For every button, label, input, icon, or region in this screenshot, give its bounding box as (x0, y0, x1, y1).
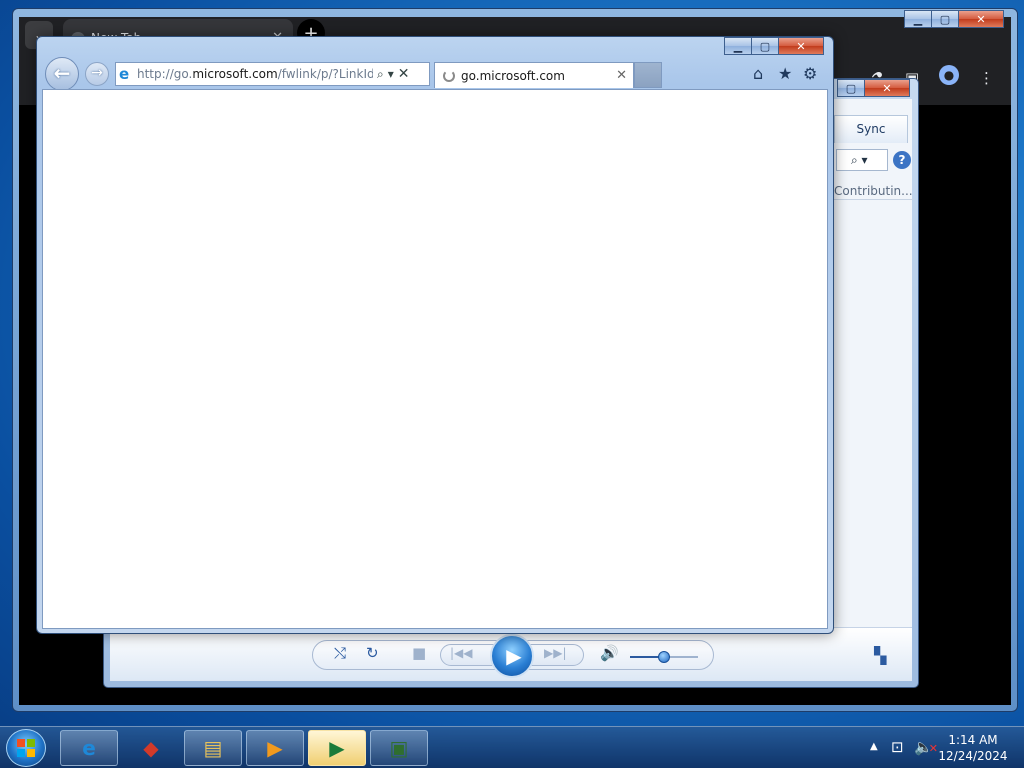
system-clock[interactable]: 1:14 AM 12/24/2024 (936, 732, 1010, 764)
shuffle-icon[interactable]: ⤭ (334, 644, 346, 662)
stop-icon[interactable]: ■ (412, 644, 426, 662)
internet-explorer-window[interactable]: ▁ ▢ ✕ ← → e http://go.microsoft.com/fwli… (36, 36, 834, 634)
volume-slider-thumb[interactable] (658, 651, 670, 663)
play-button[interactable]: ▶ (490, 634, 534, 678)
chevron-down-icon[interactable]: ▾ (388, 67, 394, 81)
forward-button[interactable]: → (85, 62, 109, 86)
favorites-star-icon[interactable]: ★ (778, 64, 792, 83)
windows-media-player-icon[interactable]: ▶ (308, 730, 366, 766)
switch-to-now-playing-icon[interactable]: ▚ (874, 646, 886, 665)
maximize-button[interactable]: ▢ (751, 37, 779, 55)
minimize-button[interactable]: ▁ (904, 10, 932, 28)
gear-icon[interactable]: ⚙ (803, 64, 817, 83)
close-button[interactable]: ✕ (958, 10, 1004, 28)
search-icon[interactable]: ⌕ (377, 67, 384, 82)
show-hidden-icons-icon[interactable]: ▲ (870, 741, 878, 752)
new-tab-button[interactable] (634, 62, 662, 88)
ie-window-controls: ▁ ▢ ✕ (724, 37, 824, 55)
ie-tab-title: go.microsoft.com (461, 68, 565, 83)
kebab-menu-icon[interactable]: ⋮ (979, 69, 994, 87)
media-center-icon[interactable]: ▶ (246, 730, 304, 766)
minimize-button[interactable]: ▁ (724, 37, 752, 55)
search-icon[interactable]: ⌕ ▾ (836, 149, 888, 171)
back-button[interactable]: ← (45, 57, 79, 91)
url-host: microsoft.com (192, 67, 278, 81)
close-button[interactable]: ✕ (864, 79, 910, 97)
chrome-window-controls: ▁ ▢ ✕ (904, 10, 1004, 28)
address-bar[interactable]: e http://go.microsoft.com/fwlink/p/?Link… (115, 62, 430, 86)
next-icon[interactable]: ▶▶| (544, 646, 567, 660)
maximize-button[interactable]: ▢ (837, 79, 865, 97)
address-url[interactable]: http://go.microsoft.com/fwlink/p/?LinkId… (137, 67, 373, 81)
playback-controls: ⤭ ↻ ■ |◀◀ ▶ ▶▶| 🔊 ▚ (110, 627, 912, 681)
volume-icon[interactable]: 🔊 (600, 644, 619, 662)
windows-logo-icon (17, 739, 35, 757)
previous-icon[interactable]: |◀◀ (450, 646, 473, 660)
close-icon[interactable]: ✕ (616, 68, 627, 83)
stop-icon[interactable]: ✕ (398, 66, 410, 82)
repeat-icon[interactable]: ↻ (366, 644, 379, 662)
close-button[interactable]: ✕ (778, 37, 824, 55)
url-path: /fwlink/p/?LinkId=2 (277, 67, 373, 81)
ie-tab-active[interactable]: go.microsoft.com ✕ (434, 62, 634, 88)
volume-muted-icon[interactable]: 🔈✕ (914, 738, 938, 756)
clock-time: 1:14 AM (948, 733, 998, 747)
clock-date: 12/24/2024 (938, 749, 1008, 763)
loading-spinner-icon (443, 69, 455, 82)
ie-page-content (42, 89, 828, 629)
tab-sync[interactable]: Sync (834, 115, 908, 143)
help-icon[interactable]: ? (893, 151, 911, 169)
app-red-cube-icon[interactable]: ◆ (122, 730, 180, 766)
display-monitor-icon[interactable]: ▣ (370, 730, 428, 766)
internet-explorer-icon[interactable]: e (60, 730, 118, 766)
maximize-button[interactable]: ▢ (931, 10, 959, 28)
contributing-artist-column[interactable]: Contributin... (834, 181, 914, 201)
file-explorer-icon[interactable]: ▤ (184, 730, 242, 766)
url-prefix: http://go. (137, 67, 193, 81)
media-player-window-controls: ▢ ✕ (837, 79, 910, 97)
network-icon[interactable]: ⊡ (891, 738, 904, 756)
divider (834, 199, 914, 200)
profile-icon[interactable]: ● (939, 65, 959, 85)
internet-explorer-icon: e (119, 65, 130, 83)
start-button[interactable] (6, 729, 46, 767)
home-icon[interactable]: ⌂ (753, 64, 763, 83)
taskbar: e ◆ ▤ ▶ ▶ ▣ ▲ ⊡ 🔈✕ 1:14 AM 12/24/2024 (0, 726, 1024, 768)
